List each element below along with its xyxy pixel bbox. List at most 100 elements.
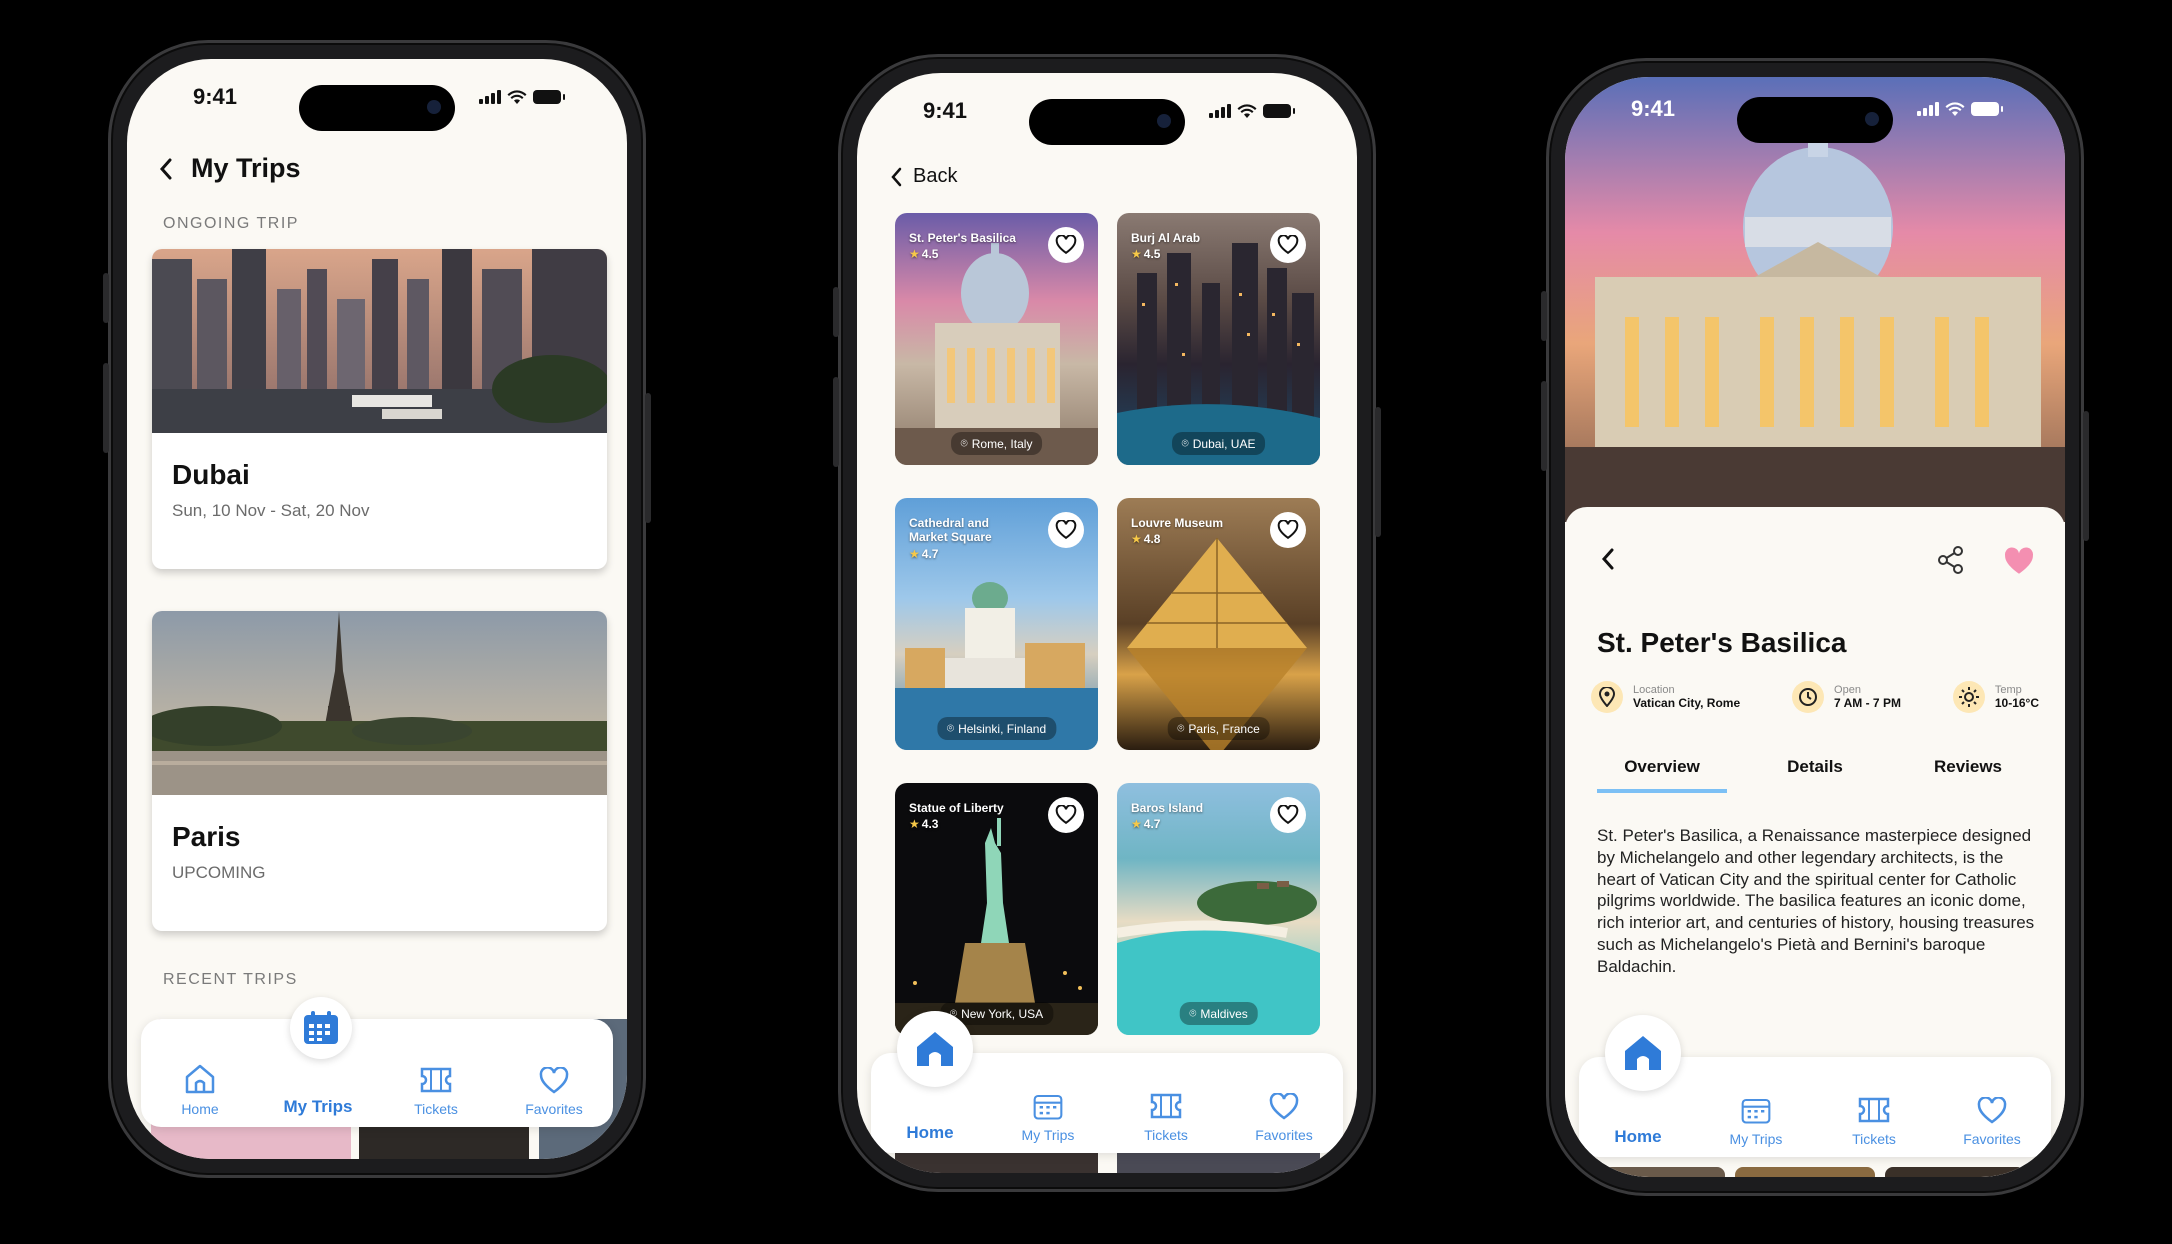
heart-icon — [539, 1067, 569, 1094]
pin-icon: ⌾ — [1189, 1006, 1197, 1020]
trip-card-paris[interactable]: Paris UPCOMING — [152, 611, 607, 931]
favorite-button[interactable] — [1270, 227, 1306, 263]
place-card[interactable]: Statue of Liberty ★ 4.3 ⌾ New York, USA — [895, 783, 1098, 1035]
place-name: Cathedral and Market Square — [909, 516, 992, 545]
signal-icon — [1209, 104, 1231, 118]
trip-card-dubai[interactable]: Dubai Sun, 10 Nov - Sat, 20 Nov — [152, 249, 607, 569]
phone-explore: 9:41 Back St. Peter's Basilica ★ 4.5 ⌾ Rome… — [833, 54, 1381, 1192]
star-icon: ★ — [1131, 247, 1142, 262]
heart-icon — [1055, 805, 1077, 825]
dynamic-island — [299, 85, 455, 131]
status-time: 9:41 — [923, 98, 968, 123]
wifi-icon — [1237, 103, 1257, 118]
place-location-text: Helsinki, Finland — [958, 721, 1047, 736]
my-trips-fab[interactable] — [290, 997, 352, 1059]
favorite-button[interactable] — [1048, 227, 1084, 263]
dynamic-island — [1029, 99, 1185, 145]
info-value: Vatican City, Rome — [1633, 696, 1741, 710]
ticket-icon — [420, 1067, 452, 1093]
info-value: 10-16°C — [1994, 696, 2039, 710]
place-rating: 4.7 — [1143, 817, 1161, 832]
heart-filled-icon[interactable] — [2001, 547, 2037, 577]
trip-status: UPCOMING — [172, 863, 266, 882]
nav-favorites[interactable]: Favorites — [1946, 1097, 2038, 1147]
nav-tickets[interactable]: Tickets — [1828, 1095, 1920, 1147]
side-button — [833, 287, 839, 337]
nav-label: Favorites — [525, 1101, 583, 1117]
chevron-left-icon[interactable] — [1601, 547, 1615, 571]
calendar-icon — [304, 1011, 338, 1044]
home-fab[interactable] — [897, 1011, 973, 1087]
calendar-icon — [1033, 1094, 1063, 1120]
nav-my-trips[interactable]: My Trips — [1002, 1091, 1094, 1143]
sun-icon — [1952, 681, 1985, 713]
tab-reviews[interactable]: Reviews — [1903, 757, 2033, 793]
paris-image — [152, 611, 607, 795]
info-open: Open 7 AM - 7 PM — [1792, 681, 1901, 713]
nav-my-trips[interactable]: My Trips — [272, 1097, 364, 1117]
nav-label: Home — [181, 1101, 219, 1117]
side-button — [103, 363, 109, 453]
star-icon: ★ — [909, 546, 920, 561]
favorite-button[interactable] — [1048, 797, 1084, 833]
info-temp: Temp 10-16°C — [1952, 681, 2039, 713]
photo-thumb[interactable] — [1735, 1167, 1875, 1177]
home-icon — [185, 1064, 215, 1094]
place-card[interactable]: Louvre Museum ★ 4.8 ⌾ Paris, France — [1117, 498, 1320, 750]
place-card[interactable]: Cathedral and Market Square ★ 4.7 ⌾ Helsink… — [895, 498, 1098, 750]
heart-icon — [1055, 235, 1077, 255]
side-button — [1541, 291, 1547, 341]
favorite-button[interactable] — [1270, 512, 1306, 548]
nav-label: Home — [906, 1123, 954, 1142]
place-location-text: Rome, Italy — [971, 436, 1033, 451]
home-fab[interactable] — [1605, 1015, 1681, 1091]
pin-icon: ⌾ — [960, 436, 968, 450]
place-title-group: Cathedral and Market Square ★ 4.7 — [909, 516, 1019, 561]
place-title-group: Statue of Liberty ★ 4.3 — [909, 801, 1019, 832]
heart-icon — [1977, 1097, 2007, 1124]
side-button — [103, 273, 109, 323]
nav-home[interactable]: Home — [1592, 1127, 1684, 1147]
place-name: Statue of Liberty — [909, 801, 1004, 815]
hero-image — [1565, 77, 2065, 522]
home-icon — [917, 1032, 953, 1066]
place-rating: 4.7 — [921, 546, 939, 561]
photo-thumb[interactable] — [1885, 1167, 2025, 1177]
nav-tickets[interactable]: Tickets — [1120, 1091, 1212, 1143]
phone-detail: 9:41 St. Peter's Basilica Location Vatica… — [1541, 58, 2089, 1196]
bottom-nav: Home My Trips Tickets Favorites — [141, 1019, 613, 1127]
nav-home[interactable]: Home — [884, 1123, 976, 1143]
share-icon[interactable] — [1937, 545, 1965, 575]
place-title-group: Baros Island ★ 4.7 — [1131, 801, 1241, 832]
tab-overview[interactable]: Overview — [1597, 757, 1727, 793]
description: St. Peter's Basilica, a Renaissance mast… — [1597, 826, 2035, 976]
ticket-icon — [1858, 1097, 1890, 1123]
info-location: Location Vatican City, Rome — [1591, 681, 1740, 713]
favorite-button[interactable] — [1048, 512, 1084, 548]
nav-favorites[interactable]: Favorites — [1238, 1093, 1330, 1143]
place-card[interactable]: Burj Al Arab ★ 4.5 ⌾ Dubai, UAE — [1117, 213, 1320, 465]
chevron-left-icon[interactable] — [159, 157, 173, 181]
nav-tickets[interactable]: Tickets — [390, 1065, 482, 1117]
nav-home[interactable]: Home — [154, 1063, 246, 1117]
back-link[interactable]: Back — [891, 165, 957, 188]
photo-thumb[interactable] — [1585, 1167, 1725, 1177]
ticket-icon — [1150, 1093, 1182, 1119]
signal-icon — [1917, 102, 1939, 116]
tab-details[interactable]: Details — [1750, 757, 1880, 793]
place-name: Baros Island — [1131, 801, 1204, 815]
place-location-text: Dubai, UAE — [1192, 436, 1256, 451]
heart-icon — [1277, 235, 1299, 255]
heart-icon — [1277, 805, 1299, 825]
star-icon: ★ — [909, 247, 920, 262]
nav-label: Tickets — [414, 1101, 458, 1117]
nav-my-trips[interactable]: My Trips — [1710, 1095, 1802, 1147]
nav-favorites[interactable]: Favorites — [508, 1067, 600, 1117]
place-card[interactable]: Baros Island ★ 4.7 ⌾ Maldives — [1117, 783, 1320, 1035]
favorite-button[interactable] — [1270, 797, 1306, 833]
battery-icon — [533, 90, 565, 104]
star-icon: ★ — [1131, 532, 1142, 547]
place-location-text: New York, USA — [961, 1006, 1044, 1021]
place-card[interactable]: St. Peter's Basilica ★ 4.5 ⌾ Rome, Italy — [895, 213, 1098, 465]
star-icon: ★ — [1131, 817, 1142, 832]
